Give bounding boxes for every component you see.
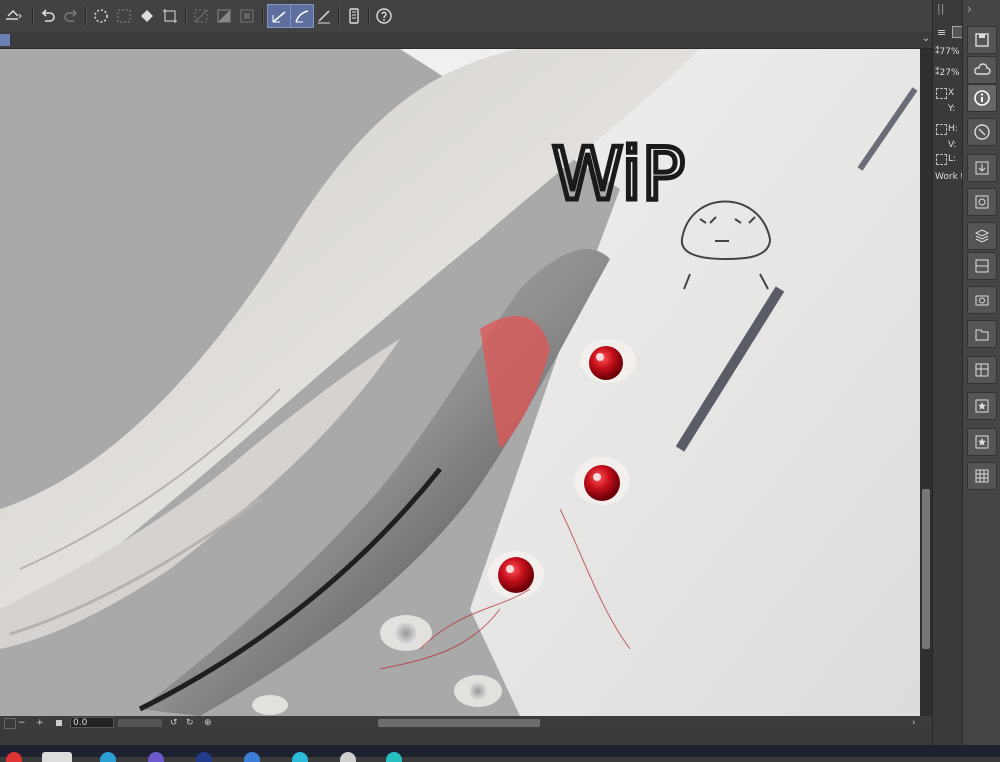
redo-icon[interactable] — [60, 5, 82, 27]
favorites-2-icon[interactable] — [967, 428, 997, 456]
app-icon-active[interactable] — [42, 752, 72, 762]
transform-icon[interactable] — [159, 5, 181, 27]
zoom-readout-2: ⁑27% — [935, 68, 960, 78]
app-icon-9[interactable] — [386, 752, 402, 762]
rotate-right-button[interactable]: ↻ — [186, 717, 194, 729]
help-icon[interactable] — [373, 5, 395, 27]
collapse-arrow-icon[interactable]: › — [967, 2, 972, 16]
fill-layer-icon[interactable] — [213, 5, 235, 27]
device-icon[interactable] — [343, 5, 365, 27]
navigator-toggle[interactable] — [4, 718, 16, 729]
y-label: Y: — [948, 104, 956, 114]
ruler-curve-icon[interactable] — [290, 4, 314, 28]
wip-label: WiP — [552, 132, 685, 216]
download-icon[interactable] — [967, 154, 997, 182]
zoom-slider[interactable] — [118, 719, 162, 727]
clear-selection-icon[interactable] — [236, 5, 258, 27]
artwork: WiP — [0, 49, 920, 716]
size-box-icon — [936, 124, 947, 135]
material-icon[interactable] — [967, 356, 997, 384]
folder-icon[interactable] — [967, 320, 997, 348]
work-time-label: Work t — [935, 172, 965, 182]
clear-icon[interactable] — [190, 5, 212, 27]
v-label: V: — [948, 140, 957, 150]
favorites-icon[interactable] — [967, 392, 997, 420]
layer-fill-icon[interactable] — [0, 5, 26, 27]
top-toolbar — [0, 0, 932, 33]
zoom-readout-1: ⁑77% — [935, 47, 960, 57]
reset-rotation-button[interactable]: ⊕ — [204, 717, 212, 729]
fit-screen-button[interactable] — [56, 720, 62, 726]
panel-menu-icon[interactable]: ≡ — [937, 26, 946, 39]
navigator-icon[interactable] — [967, 118, 997, 146]
layer-property-icon[interactable] — [967, 188, 997, 216]
fill-icon[interactable] — [136, 5, 158, 27]
length-box-icon — [936, 154, 947, 165]
app-icon-7[interactable] — [292, 752, 308, 762]
position-box-icon — [936, 88, 947, 99]
ruler-pen-icon[interactable] — [313, 5, 335, 27]
grid-icon[interactable] — [967, 462, 997, 490]
info-icon[interactable] — [967, 84, 997, 112]
status-bar: − + 0.0 ↺ ↻ ⊕ › — [0, 716, 932, 730]
rotate-left-button[interactable]: ↺ — [170, 717, 178, 729]
zoom-out-button[interactable]: − — [18, 717, 26, 729]
app-icon-5[interactable] — [196, 752, 212, 762]
zoom-value-field[interactable]: 0.0 — [70, 717, 114, 728]
panel-grip-icon[interactable]: || — [937, 2, 944, 15]
ruler-edit-icon[interactable] — [267, 4, 291, 28]
horizontal-scroll-thumb[interactable] — [378, 719, 540, 727]
app-icon-8[interactable] — [340, 752, 356, 762]
sub-view-icon[interactable] — [967, 252, 997, 280]
document-tab-bar: ⌄ — [0, 32, 932, 49]
undo-icon[interactable] — [37, 5, 59, 27]
zoom-in-button[interactable]: + — [36, 717, 44, 729]
vertical-scrollbar[interactable] — [920, 49, 932, 716]
camera-icon[interactable] — [967, 286, 997, 314]
vertical-scroll-thumb[interactable] — [922, 489, 930, 649]
x-label: X — [948, 88, 955, 98]
cloud-icon[interactable] — [967, 56, 997, 84]
h-label: H: — [948, 124, 958, 134]
app-icon-4[interactable] — [148, 752, 164, 762]
info-panel: || ≡ ⁑77% ⁑27% X Y: H: V: L: Work t — [932, 0, 965, 745]
scroll-right-button[interactable]: › — [912, 717, 916, 729]
tab-menu-icon[interactable]: ⌄ — [922, 33, 930, 44]
save-icon[interactable] — [967, 26, 997, 54]
drawing-canvas[interactable]: WiP — [0, 49, 920, 716]
os-taskbar — [0, 745, 1000, 762]
crop-icon[interactable] — [113, 5, 135, 27]
l-label: L: — [948, 154, 957, 164]
side-icon-bar: › — [962, 0, 1000, 745]
app-icon-1[interactable] — [6, 752, 22, 762]
deselect-icon[interactable] — [90, 5, 112, 27]
layers-icon[interactable] — [967, 222, 997, 250]
document-tab[interactable] — [0, 34, 10, 46]
app-icon-6[interactable] — [244, 752, 260, 762]
app-icon-3[interactable] — [100, 752, 116, 762]
